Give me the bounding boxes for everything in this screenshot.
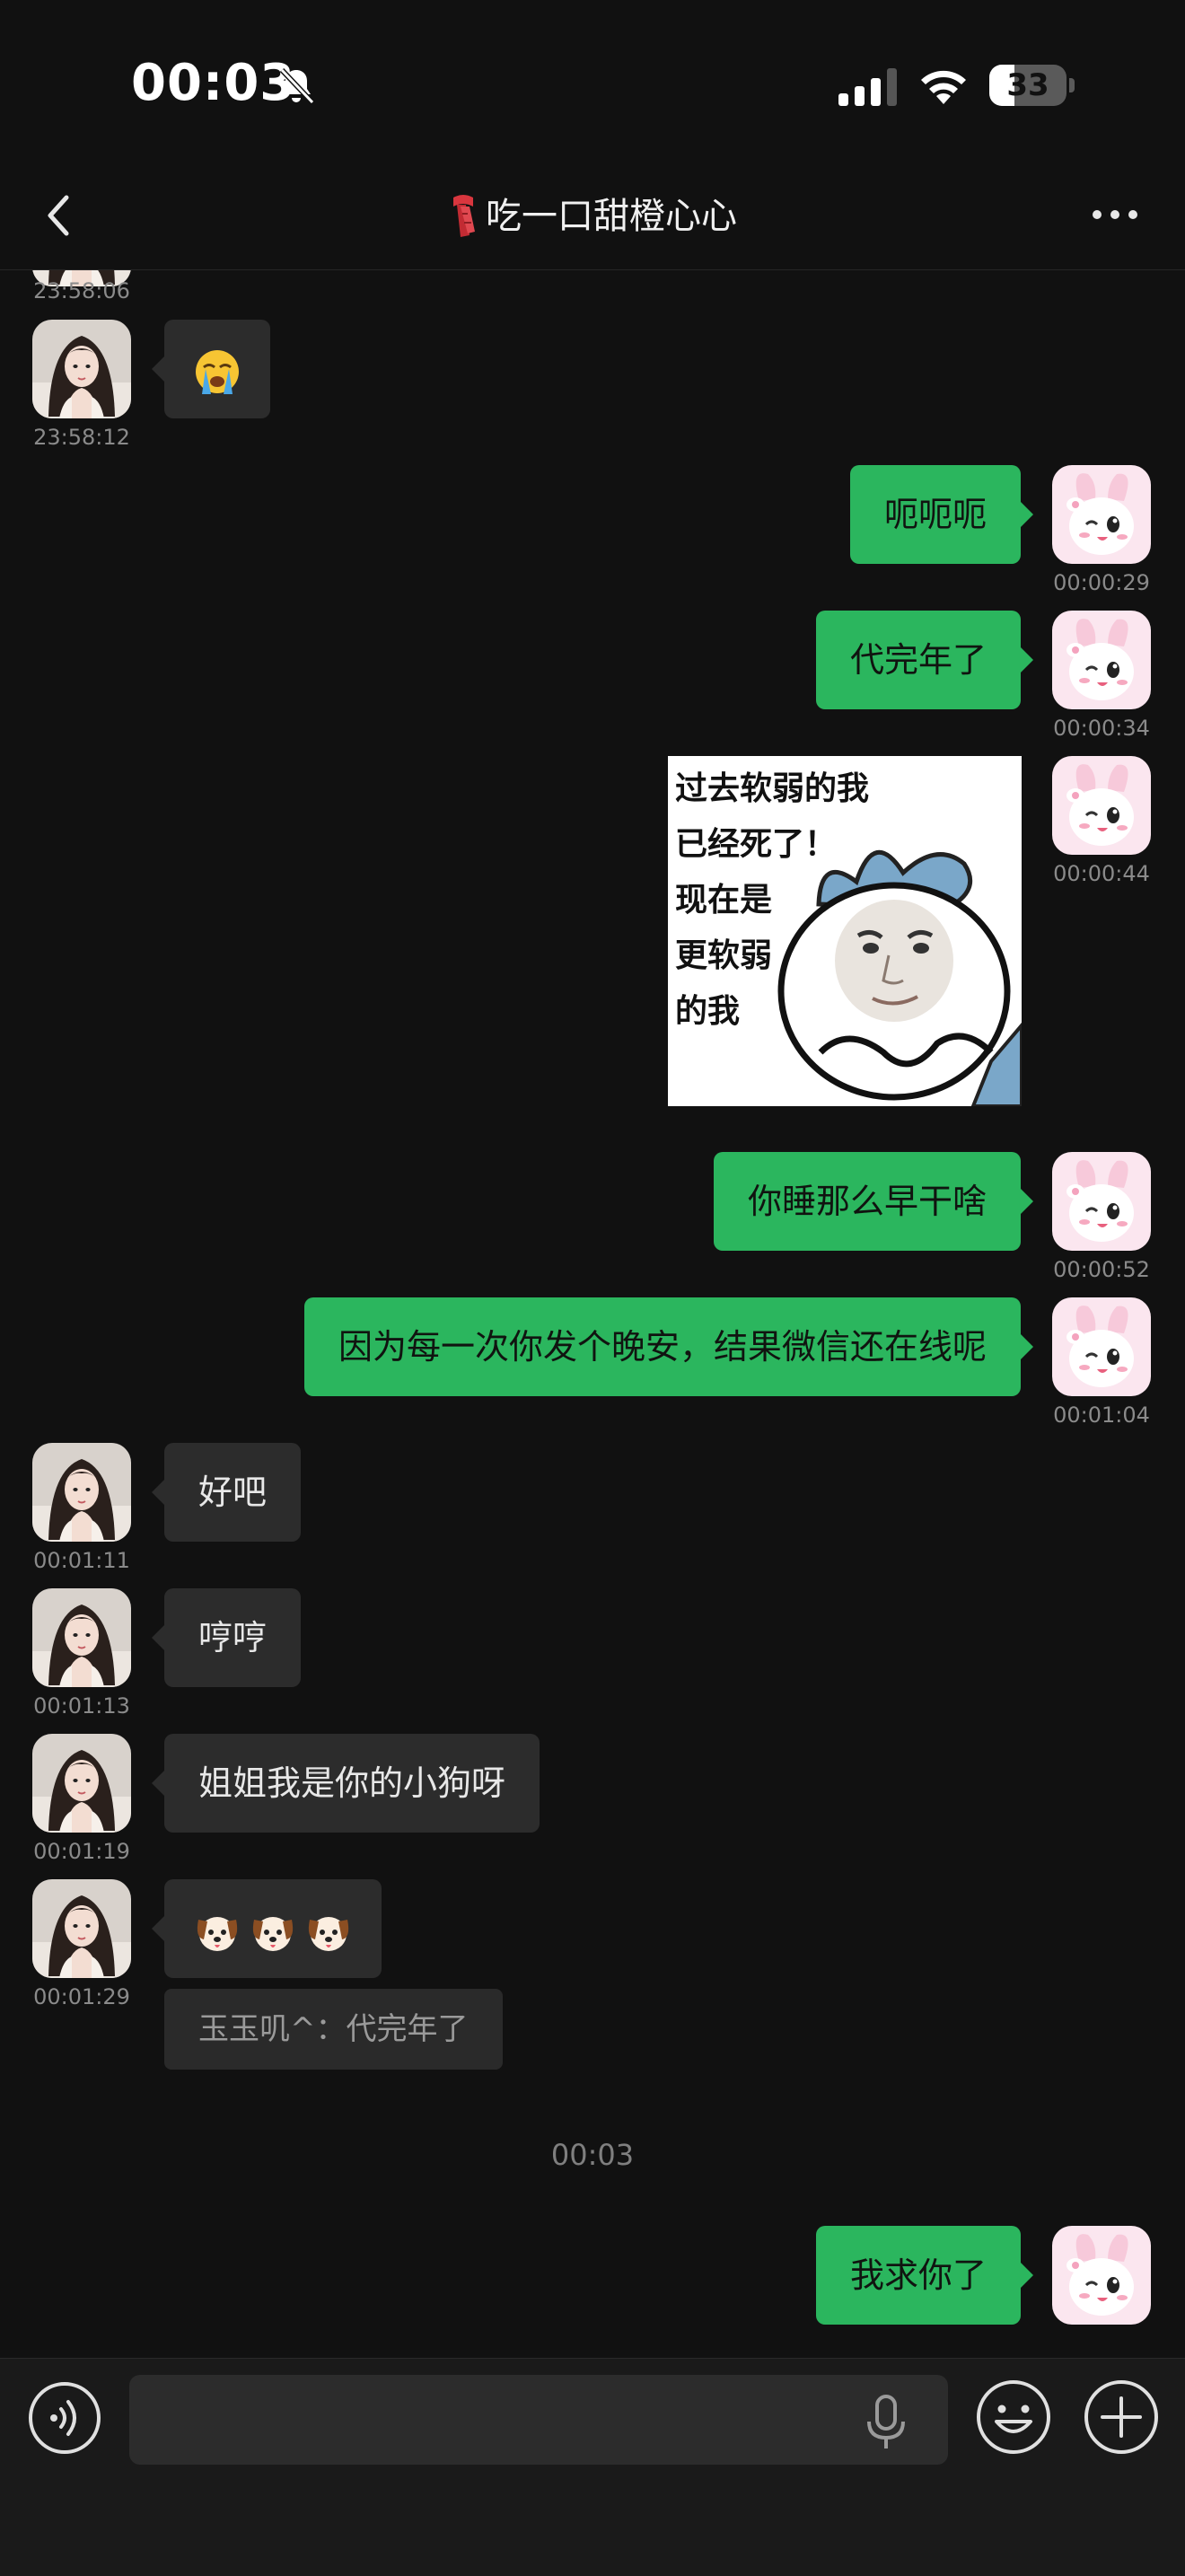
sticker-text-line: 过去软弱的我 <box>675 770 870 807</box>
message-bubble[interactable]: 你睡那么早干啥 <box>713 1152 1034 1251</box>
chat-title[interactable]: 吃一口甜橙心心 <box>0 187 1185 239</box>
message-list[interactable]: 23:58:06 23:58:12 呃呃呃 00:00:29 代完年了 00:0… <box>0 270 1185 2358</box>
avatar[interactable] <box>32 1443 131 1542</box>
sticker-image[interactable]: 过去软弱的我 已经死了！ 现在是 更软弱 的我 <box>668 756 1022 1106</box>
dog-face-emoji <box>308 1916 349 1951</box>
message-bubble[interactable]: 姐姐我是你的小狗呀 <box>151 1734 540 1833</box>
bell-muted-icon <box>279 67 315 105</box>
message-bubble[interactable] <box>152 1879 382 1978</box>
message-time: 00:00:52 <box>1053 1257 1150 1282</box>
message-time: 00:01:13 <box>33 1693 130 1719</box>
time-separator: 00:03 <box>550 2138 635 2172</box>
message-time: 00:00:34 <box>1053 716 1150 741</box>
message-bubble[interactable]: 因为每一次你发个晚安，结果微信还在线呢 <box>303 1297 1034 1396</box>
status-bar: 00:03 33 <box>0 0 1185 162</box>
message-time: 00:00:44 <box>1053 861 1150 886</box>
avatar[interactable] <box>1052 756 1151 855</box>
message-bubble[interactable]: 好吧 <box>151 1443 302 1542</box>
sticker-text-line: 更软弱 <box>675 937 773 974</box>
dog-face-emoji <box>252 1916 294 1951</box>
avatar[interactable] <box>32 1588 131 1687</box>
avatar[interactable] <box>32 1734 131 1833</box>
message-bubble[interactable]: 我求你了 <box>815 2226 1034 2325</box>
voice-mode-icon[interactable] <box>27 2380 102 2456</box>
message-time: 00:00:29 <box>1053 570 1150 595</box>
sticker-text-line: 的我 <box>675 993 741 1030</box>
dog-face-emoji <box>197 1916 238 1951</box>
avatar[interactable] <box>1052 1152 1151 1251</box>
wifi-icon <box>921 70 966 104</box>
crying-face-emoji <box>196 349 239 394</box>
message-time: 00:01:19 <box>33 1839 130 1864</box>
more-dots-icon[interactable] <box>1088 201 1142 228</box>
status-time: 00:03 <box>131 54 296 112</box>
message-bubble[interactable] <box>152 320 270 418</box>
message-bubble[interactable]: 哼哼 <box>151 1588 302 1687</box>
quoted-reply[interactable]: 玉玉叽^：代完年了 <box>164 1989 503 2070</box>
avatar[interactable] <box>1052 611 1151 709</box>
avatar[interactable] <box>1052 2226 1151 2325</box>
message-input[interactable] <box>129 2375 948 2465</box>
avatar[interactable] <box>1052 1297 1151 1396</box>
chat-title-text: 吃一口甜橙心心 <box>486 196 737 237</box>
message-time: 00:01:04 <box>1053 1402 1150 1428</box>
chat-header: 吃一口甜橙心心 <box>0 162 1185 270</box>
avatar[interactable] <box>32 1879 131 1978</box>
battery-indicator: 33 <box>989 65 1075 106</box>
avatar[interactable] <box>32 320 131 418</box>
avatar[interactable] <box>1052 465 1151 564</box>
message-bubble[interactable]: 代完年了 <box>815 611 1034 709</box>
microphone-icon[interactable] <box>864 2395 908 2450</box>
cellular-signal-icon <box>838 68 897 106</box>
emoji-face-icon[interactable] <box>975 2378 1052 2456</box>
plus-icon[interactable] <box>1083 2378 1160 2456</box>
message-time: 23:58:12 <box>33 425 130 450</box>
message-time: 00:01:29 <box>33 1984 130 2009</box>
sticker-text-line: 现在是 <box>675 882 773 919</box>
sticker-text-line: 已经死了！ <box>675 826 838 863</box>
input-bar <box>0 2358 1185 2576</box>
message-time: 23:58:06 <box>33 278 130 303</box>
battery-percent: 33 <box>1006 67 1049 103</box>
message-bubble[interactable]: 呃呃呃 <box>849 465 1034 564</box>
scarf-icon <box>453 195 475 237</box>
message-time: 00:01:11 <box>33 1548 130 1573</box>
